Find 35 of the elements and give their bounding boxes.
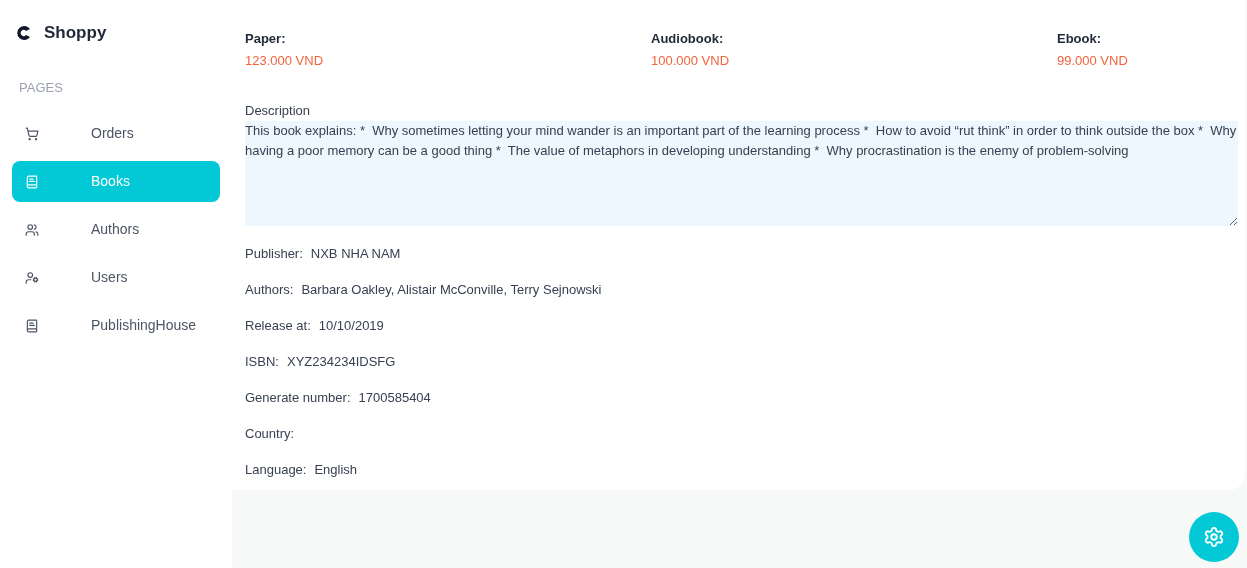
settings-icon — [1203, 526, 1225, 548]
detail-label: Generate number: — [245, 389, 351, 408]
price-label: Paper: — [245, 30, 287, 48]
detail-label: Release at: — [245, 317, 311, 336]
detail-label: Language: — [245, 461, 307, 480]
price-label: Audiobook: — [651, 30, 725, 48]
sidebar-item[interactable]: Authors — [12, 209, 220, 250]
detail-value: English — [314, 461, 358, 480]
user-list-icon — [25, 270, 39, 285]
brand-name: Shoppy — [44, 22, 107, 44]
people-icon — [25, 222, 39, 237]
detail-value: Barbara Oakley, Alistair McConville, Terry Sejnowski — [301, 281, 602, 300]
book-icon — [25, 318, 39, 333]
detail-value: XYZ234234IDSFG — [286, 353, 396, 372]
price-value: 99.000 VND — [1057, 51, 1129, 70]
price-value: 100.000 VND — [651, 51, 731, 70]
price-value: 123.000 VND — [245, 51, 325, 70]
sidebar-item[interactable]: PublishingHouse — [12, 305, 220, 346]
sidebar-item[interactable]: Orders — [12, 113, 220, 154]
detail-value: NXB NHA NAM — [310, 245, 401, 264]
cart-icon — [25, 126, 39, 141]
section-heading: PAGES — [19, 78, 64, 97]
description-label: Description — [245, 102, 312, 120]
settings-button[interactable] — [1189, 512, 1239, 562]
description-field[interactable]: This book explains: * Why sometimes letting your mind wander is an important part of the learning process * How to avoid “rut think” in order to think outside the box * Why having a poor memory can be a good thing * The value of metaphors in developing understanding * Why procrastination is the enemy of problem-solving — [245, 120, 1238, 226]
logo-icon — [16, 24, 32, 41]
book-icon — [25, 174, 39, 189]
detail-value: 10/10/2019 — [318, 317, 384, 336]
sidebar-item[interactable]: Users — [12, 257, 220, 298]
detail-label: Publisher: — [245, 245, 303, 264]
detail-value: 1700585404 — [358, 389, 431, 408]
price-label: Ebook: — [1057, 30, 1103, 48]
detail-label: Authors: — [245, 281, 294, 300]
detail-label: Country: — [245, 425, 295, 444]
detail-label: ISBN: — [245, 353, 279, 372]
